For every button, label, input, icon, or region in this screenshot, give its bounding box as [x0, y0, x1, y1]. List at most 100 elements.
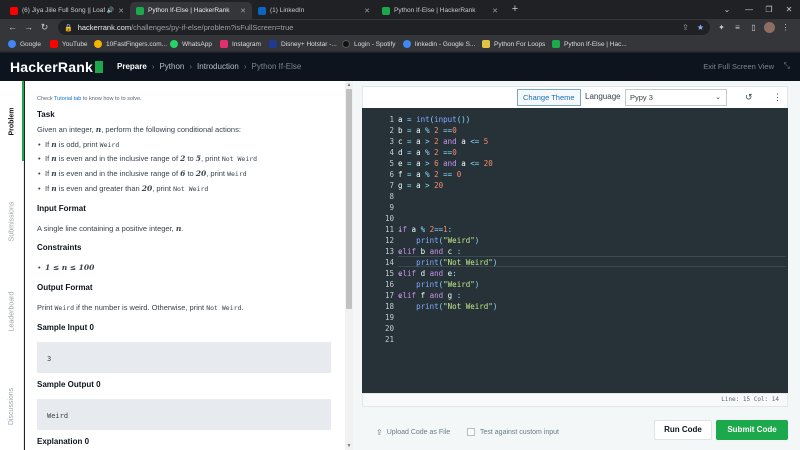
bookmark-python-if-else[interactable]: Python If-Else | Hac...	[552, 38, 627, 50]
browser-tab-hackerrank-active[interactable]: Python If-Else | HackerRank ✕	[130, 2, 252, 19]
code-token: :	[456, 247, 462, 256]
breadcrumb-prepare[interactable]: Prepare	[117, 62, 147, 71]
code-token: if	[398, 225, 412, 234]
submit-code-button[interactable]: Submit Code	[716, 420, 788, 440]
code-token: 6	[434, 159, 444, 168]
browser-tab-linkedin[interactable]: (1) LinkedIn ✕	[252, 2, 376, 19]
code-line[interactable]: d = a % 2 ==0	[398, 147, 457, 158]
code-line[interactable]: elif b and c :	[398, 246, 461, 257]
reading-list-icon[interactable]: ≡	[732, 22, 743, 33]
bookmark-youtube[interactable]: YouTube	[50, 38, 88, 50]
bookmark-python-for-loops[interactable]: Python For Loops	[482, 38, 545, 50]
back-arrow-icon[interactable]: ←	[6, 21, 19, 34]
code-line[interactable]: a = int(input())	[398, 114, 470, 125]
tab-problem[interactable]: Problem	[0, 81, 24, 161]
forward-arrow-icon[interactable]: →	[22, 21, 35, 34]
extensions-puzzle-icon[interactable]: ✦	[716, 22, 727, 33]
bookmark-instagram[interactable]: Instagram	[220, 38, 261, 50]
tab-title: (6) Jiya Jiile Full Song || Loafe	[22, 7, 105, 14]
sample-output-heading: Sample Output 0	[37, 380, 101, 389]
problem-scrollbar[interactable]: ▲ ▼	[345, 81, 353, 450]
browser-tab-youtube[interactable]: (6) Jiya Jiile Full Song || Loafe 🔊 ✕	[4, 2, 130, 19]
tab-search-chevron-icon[interactable]: ⌄	[716, 0, 738, 19]
custom-input-toggle[interactable]: Test against custom input	[467, 428, 559, 436]
line-number: 3	[389, 137, 394, 146]
run-code-button[interactable]: Run Code	[654, 420, 712, 440]
output-format-text: Print Weird if the number is weird. Othe…	[37, 303, 244, 312]
history-icon[interactable]: ↺	[745, 92, 753, 103]
language-select[interactable]: Pypy 3 ⌄	[625, 89, 727, 106]
upload-code-link[interactable]: ⇪ Upload Code as File	[376, 428, 450, 437]
address-bar[interactable]: 🔒 hackerrank.com/challenges/py-if-else/p…	[58, 20, 710, 35]
minimize-icon[interactable]: —	[738, 0, 760, 19]
close-icon[interactable]: ✕	[118, 7, 124, 15]
bookmark-spotify[interactable]: Login - Spotify	[342, 38, 396, 50]
code-token: 20	[434, 181, 444, 190]
reload-icon[interactable]: ↻	[38, 21, 51, 34]
close-icon[interactable]: ✕	[240, 7, 246, 15]
window-close-icon[interactable]: ✕	[778, 0, 800, 19]
code-token: ==	[443, 148, 453, 157]
code-line[interactable]: print("Weird")	[398, 235, 479, 246]
exit-fullscreen-link[interactable]: Exit Full Screen View	[703, 62, 774, 71]
code-line[interactable]: elif f and g :	[398, 290, 461, 301]
tab-discussions[interactable]: Discussions	[0, 366, 24, 446]
bookmark-hotstar[interactable]: Disney+ Hotstar -...	[269, 38, 337, 50]
code-token: and	[443, 137, 462, 146]
new-tab-plus-icon[interactable]: +	[508, 2, 522, 17]
side-panel-icon[interactable]: ▯	[748, 22, 759, 33]
code-line[interactable]: f = a % 2 == 0	[398, 169, 461, 180]
code-line[interactable]: elif d and e:	[398, 268, 457, 279]
tutorial-link[interactable]: Tutorial tab	[54, 96, 81, 102]
code-token: =	[407, 137, 417, 146]
code-token: input	[434, 115, 457, 124]
code-line[interactable]: print("Weird")	[398, 279, 479, 290]
scroll-up-arrow-icon[interactable]: ▲	[345, 81, 353, 89]
google-icon	[8, 40, 16, 48]
line-number: 6	[389, 170, 394, 179]
line-number: 10	[384, 214, 394, 223]
code-line[interactable]: g = a > 20	[398, 180, 443, 191]
cursor-position-status: Line: 15 Col: 14	[362, 393, 788, 407]
tab-leaderboard[interactable]: Leaderboard	[0, 271, 24, 351]
exit-fullscreen-icon[interactable]: ⤡	[784, 61, 790, 71]
code-token: >	[425, 159, 435, 168]
share-icon[interactable]: ⇪	[680, 22, 691, 33]
code-line[interactable]: if a % 2==1:	[398, 224, 452, 235]
bookmark-10fastfingers[interactable]: 10FastFingers.com...	[94, 38, 167, 50]
code-token: 0	[452, 148, 457, 157]
bookmark-whatsapp[interactable]: WhatsApp	[170, 38, 212, 50]
restore-icon[interactable]: ❐	[758, 0, 780, 19]
scrollbar-thumb[interactable]	[346, 89, 352, 309]
hackerrank-logo[interactable]: HackerRank	[10, 59, 103, 75]
code-line[interactable]: print("Not Weird")	[398, 301, 497, 312]
browser-tab-hackerrank-2[interactable]: Python If-Else | HackerRank ✕	[376, 2, 504, 19]
code-line[interactable]: c = a > 2 and a <= 5	[398, 136, 488, 147]
bookmark-linkedin-search[interactable]: linkedin - Google S...	[403, 38, 475, 50]
code-line[interactable]: b = a % 2 ==0	[398, 125, 457, 136]
kebab-menu-icon[interactable]: ⋮	[773, 92, 782, 103]
close-icon[interactable]: ✕	[492, 7, 498, 15]
custom-input-checkbox[interactable]	[467, 428, 475, 436]
breadcrumb-introduction[interactable]: Introduction	[197, 62, 239, 71]
input-format-text: A single line containing a positive inte…	[37, 224, 184, 233]
code-token: and	[429, 291, 448, 300]
bookmark-star-icon[interactable]: ★	[695, 22, 706, 33]
code-token: a	[416, 181, 426, 190]
bookmark-google[interactable]: Google	[8, 38, 41, 50]
profile-avatar[interactable]	[764, 22, 775, 33]
code-token: )	[474, 236, 480, 245]
code-line[interactable]: e = a > 6 and a <= 20	[398, 158, 493, 169]
scroll-down-arrow-icon[interactable]: ▼	[345, 442, 353, 450]
kebab-menu-icon[interactable]: ⋮	[780, 22, 791, 33]
code-line[interactable]: print("Not Weird")	[398, 257, 497, 268]
tab-submissions[interactable]: Submissions	[0, 181, 24, 261]
line-number: 21	[384, 335, 394, 344]
breadcrumb-python[interactable]: Python	[159, 62, 184, 71]
hackerrank-icon	[136, 6, 144, 15]
code-editor[interactable]: 1 2 3 4 5 6 7 8 9 10 11 ⌄ 12 13 ⌄ 14 15 ⌄ 16 17 ⌄ 18 19 20 21 a …	[362, 108, 788, 407]
change-theme-button[interactable]: Change Theme	[517, 89, 581, 106]
close-icon[interactable]: ✕	[364, 7, 370, 15]
speaker-icon[interactable]: 🔊	[107, 7, 114, 14]
